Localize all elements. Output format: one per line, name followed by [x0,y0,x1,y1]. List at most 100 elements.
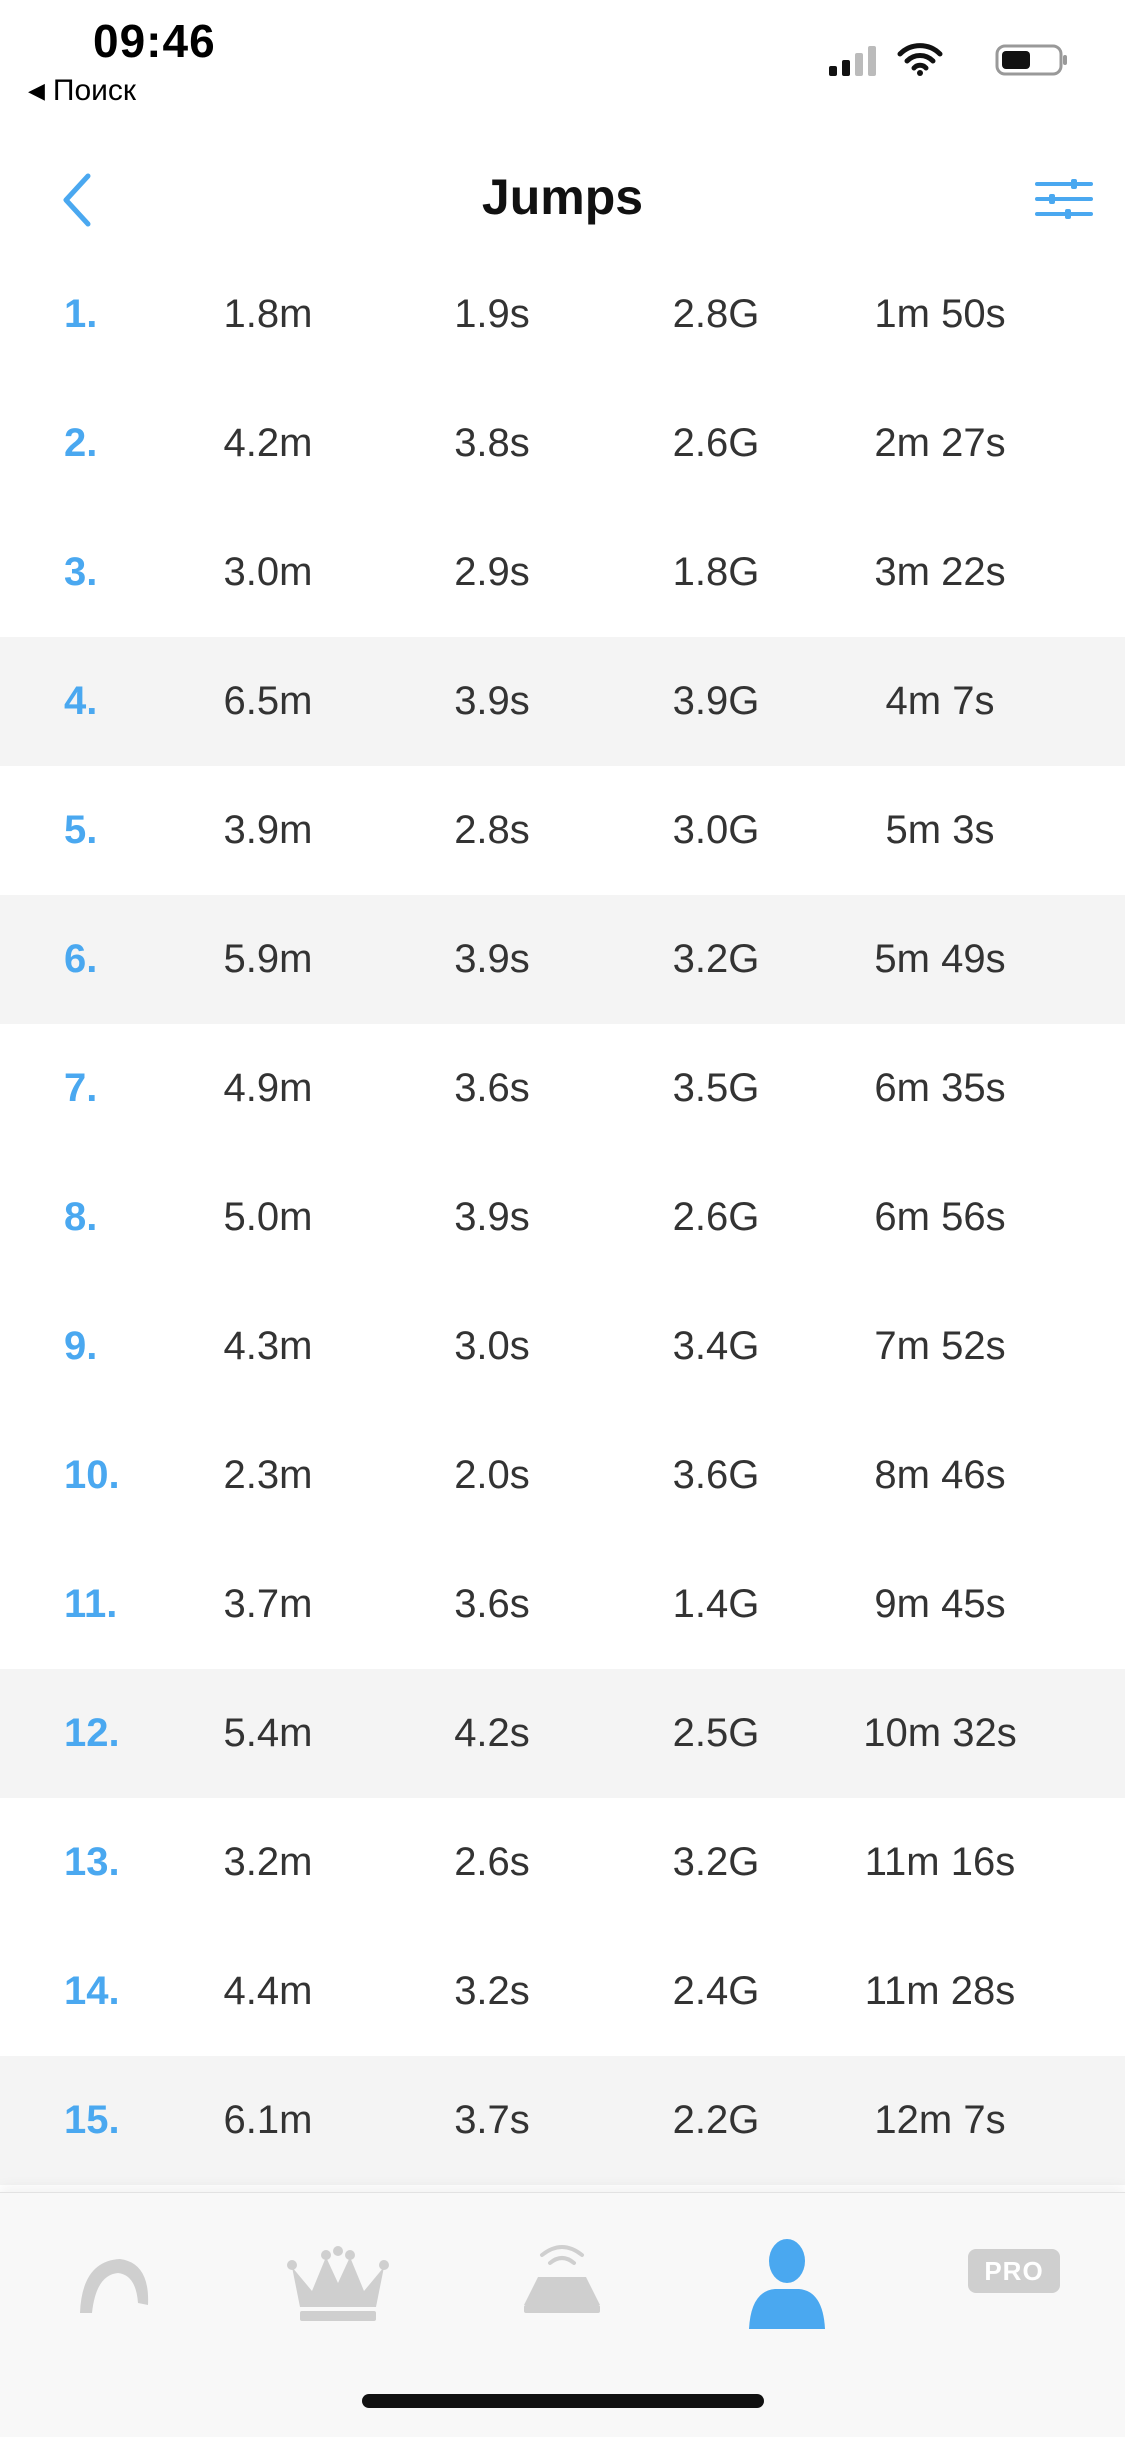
jump-row[interactable]: 7. 4.9m 3.6s 3.5G 6m 35s [0,1024,1125,1153]
tab-leaderboard[interactable] [278,2233,398,2333]
battery-icon [995,44,1067,76]
jump-index: 11. [64,1582,118,1626]
jump-timestamp: 10m 32s [863,1711,1017,1755]
jump-g-force: 2.4G [672,1969,760,2013]
jump-airtime: 3.6s [454,1582,530,1626]
jump-row[interactable]: 9. 4.3m 3.0s 3.4G 7m 52s [0,1282,1125,1411]
wifi-icon [897,43,943,76]
jump-timestamp: 9m 45s [874,1582,1006,1626]
jump-timestamp: 6m 35s [874,1066,1006,1110]
jump-distance: 3.9m [223,808,313,852]
jump-timestamp: 2m 27s [874,421,1006,465]
jump-index: 10. [64,1453,120,1497]
jump-index: 2. [64,421,98,465]
jump-index: 15. [64,2098,120,2142]
jump-index: 1. [64,292,98,336]
jump-row[interactable]: 1. 1.8m 1.9s 2.8G 1m 50s [0,250,1125,379]
jump-distance: 6.5m [223,679,313,723]
jump-row[interactable]: 12. 5.4m 4.2s 2.5G 10m 32s [0,1669,1125,1798]
jump-timestamp: 12m 7s [874,2098,1006,2142]
jump-distance: 3.0m [223,550,313,594]
status-bar: 09:46 ◀ Поиск [0,0,1125,120]
jump-timestamp: 7m 52s [874,1324,1006,1368]
jump-row[interactable]: 13. 3.2m 2.6s 3.2G 11m 16s [0,1798,1125,1927]
jump-timestamp: 5m 3s [885,808,995,852]
jump-index: 9. [64,1324,98,1368]
jump-row[interactable]: 5. 3.9m 2.8s 3.0G 5m 3s [0,766,1125,895]
jump-g-force: 3.6G [672,1453,760,1497]
jump-timestamp: 8m 46s [874,1453,1006,1497]
jump-row[interactable]: 6. 5.9m 3.9s 3.2G 5m 49s [0,895,1125,1024]
jump-index: 6. [64,937,98,981]
jump-distance: 4.2m [223,421,313,465]
jump-airtime: 4.2s [454,1711,530,1755]
jump-index: 13. [64,1840,120,1884]
jump-g-force: 3.9G [672,679,760,723]
status-time: 09:46 [93,15,216,67]
jump-distance: 2.3m [223,1453,313,1497]
jump-index: 5. [64,808,98,852]
jump-g-force: 2.8G [672,292,760,336]
tab-profile[interactable] [727,2233,847,2333]
jump-timestamp: 11m 16s [864,1840,1016,1884]
jump-g-force: 3.0G [672,808,760,852]
jump-distance: 4.9m [223,1066,313,1110]
profile-icon [749,2239,825,2329]
page-title: Jumps [481,169,644,225]
crown-icon [287,2246,389,2321]
jump-airtime: 2.8s [454,808,530,852]
jump-row[interactable]: 15. 6.1m 3.7s 2.2G 12m 7s [0,2056,1125,2185]
jump-distance: 6.1m [223,2098,313,2142]
jump-index: 3. [64,550,98,594]
device-icon [524,2245,600,2313]
jump-distance: 5.0m [223,1195,313,1239]
tab-device[interactable] [502,2233,622,2333]
jump-index: 12. [64,1711,120,1755]
jump-airtime: 3.9s [454,679,530,723]
jump-timestamp: 1m 50s [874,292,1006,336]
jump-row[interactable]: 3. 3.0m 2.9s 1.8G 3m 22s [0,508,1125,637]
back-to-search-link[interactable]: ◀ Поиск [28,74,136,108]
jump-row[interactable]: 2. 4.2m 3.8s 2.6G 2m 27s [0,379,1125,508]
jump-index: 7. [64,1066,98,1110]
jump-index: 4. [64,679,98,723]
jump-timestamp: 6m 56s [874,1195,1006,1239]
jump-g-force: 1.4G [672,1582,760,1626]
jump-airtime: 2.6s [454,1840,530,1884]
jump-airtime: 3.9s [454,937,530,981]
jump-distance: 4.3m [223,1324,313,1368]
jump-distance: 5.9m [223,937,313,981]
jump-airtime: 2.9s [454,550,530,594]
navigation-bar: Jumps [0,140,1125,255]
jump-g-force: 2.6G [672,421,760,465]
jump-distance: 3.2m [223,1840,313,1884]
jump-row[interactable]: 4. 6.5m 3.9s 3.9G 4m 7s [0,637,1125,766]
jump-distance: 3.7m [223,1582,313,1626]
jump-g-force: 2.5G [672,1711,760,1755]
filter-sliders-icon[interactable] [1035,178,1093,220]
jump-g-force: 1.8G [672,550,760,594]
jump-row[interactable]: 10. 2.3m 2.0s 3.6G 8m 46s [0,1411,1125,1540]
jump-row[interactable]: 11. 3.7m 3.6s 1.4G 9m 45s [0,1540,1125,1669]
jump-g-force: 3.2G [672,937,760,981]
jump-g-force: 2.2G [672,2098,760,2142]
home-indicator [362,2394,764,2408]
jump-g-force: 3.4G [672,1324,760,1368]
jump-row[interactable]: 8. 5.0m 3.9s 2.6G 6m 56s [0,1153,1125,1282]
jump-airtime: 1.9s [454,292,530,336]
jump-g-force: 2.6G [672,1195,760,1239]
jump-g-force: 3.2G [672,1840,760,1884]
tab-kite[interactable] [52,2233,172,2333]
status-icons [769,40,1069,80]
jump-airtime: 3.7s [454,2098,530,2142]
jump-airtime: 3.2s [454,1969,530,2013]
jump-g-force: 3.5G [672,1066,760,1110]
jump-airtime: 2.0s [454,1453,530,1497]
back-to-search-label: Поиск [52,74,137,107]
jump-distance: 5.4m [223,1711,313,1755]
back-triangle-icon: ◀ [28,78,45,103]
jump-row[interactable]: 14. 4.4m 3.2s 2.4G 11m 28s [0,1927,1125,2056]
cellular-signal-icon [829,46,876,76]
jump-airtime: 3.8s [454,421,530,465]
tab-pro-badge[interactable]: PRO [968,2249,1060,2293]
